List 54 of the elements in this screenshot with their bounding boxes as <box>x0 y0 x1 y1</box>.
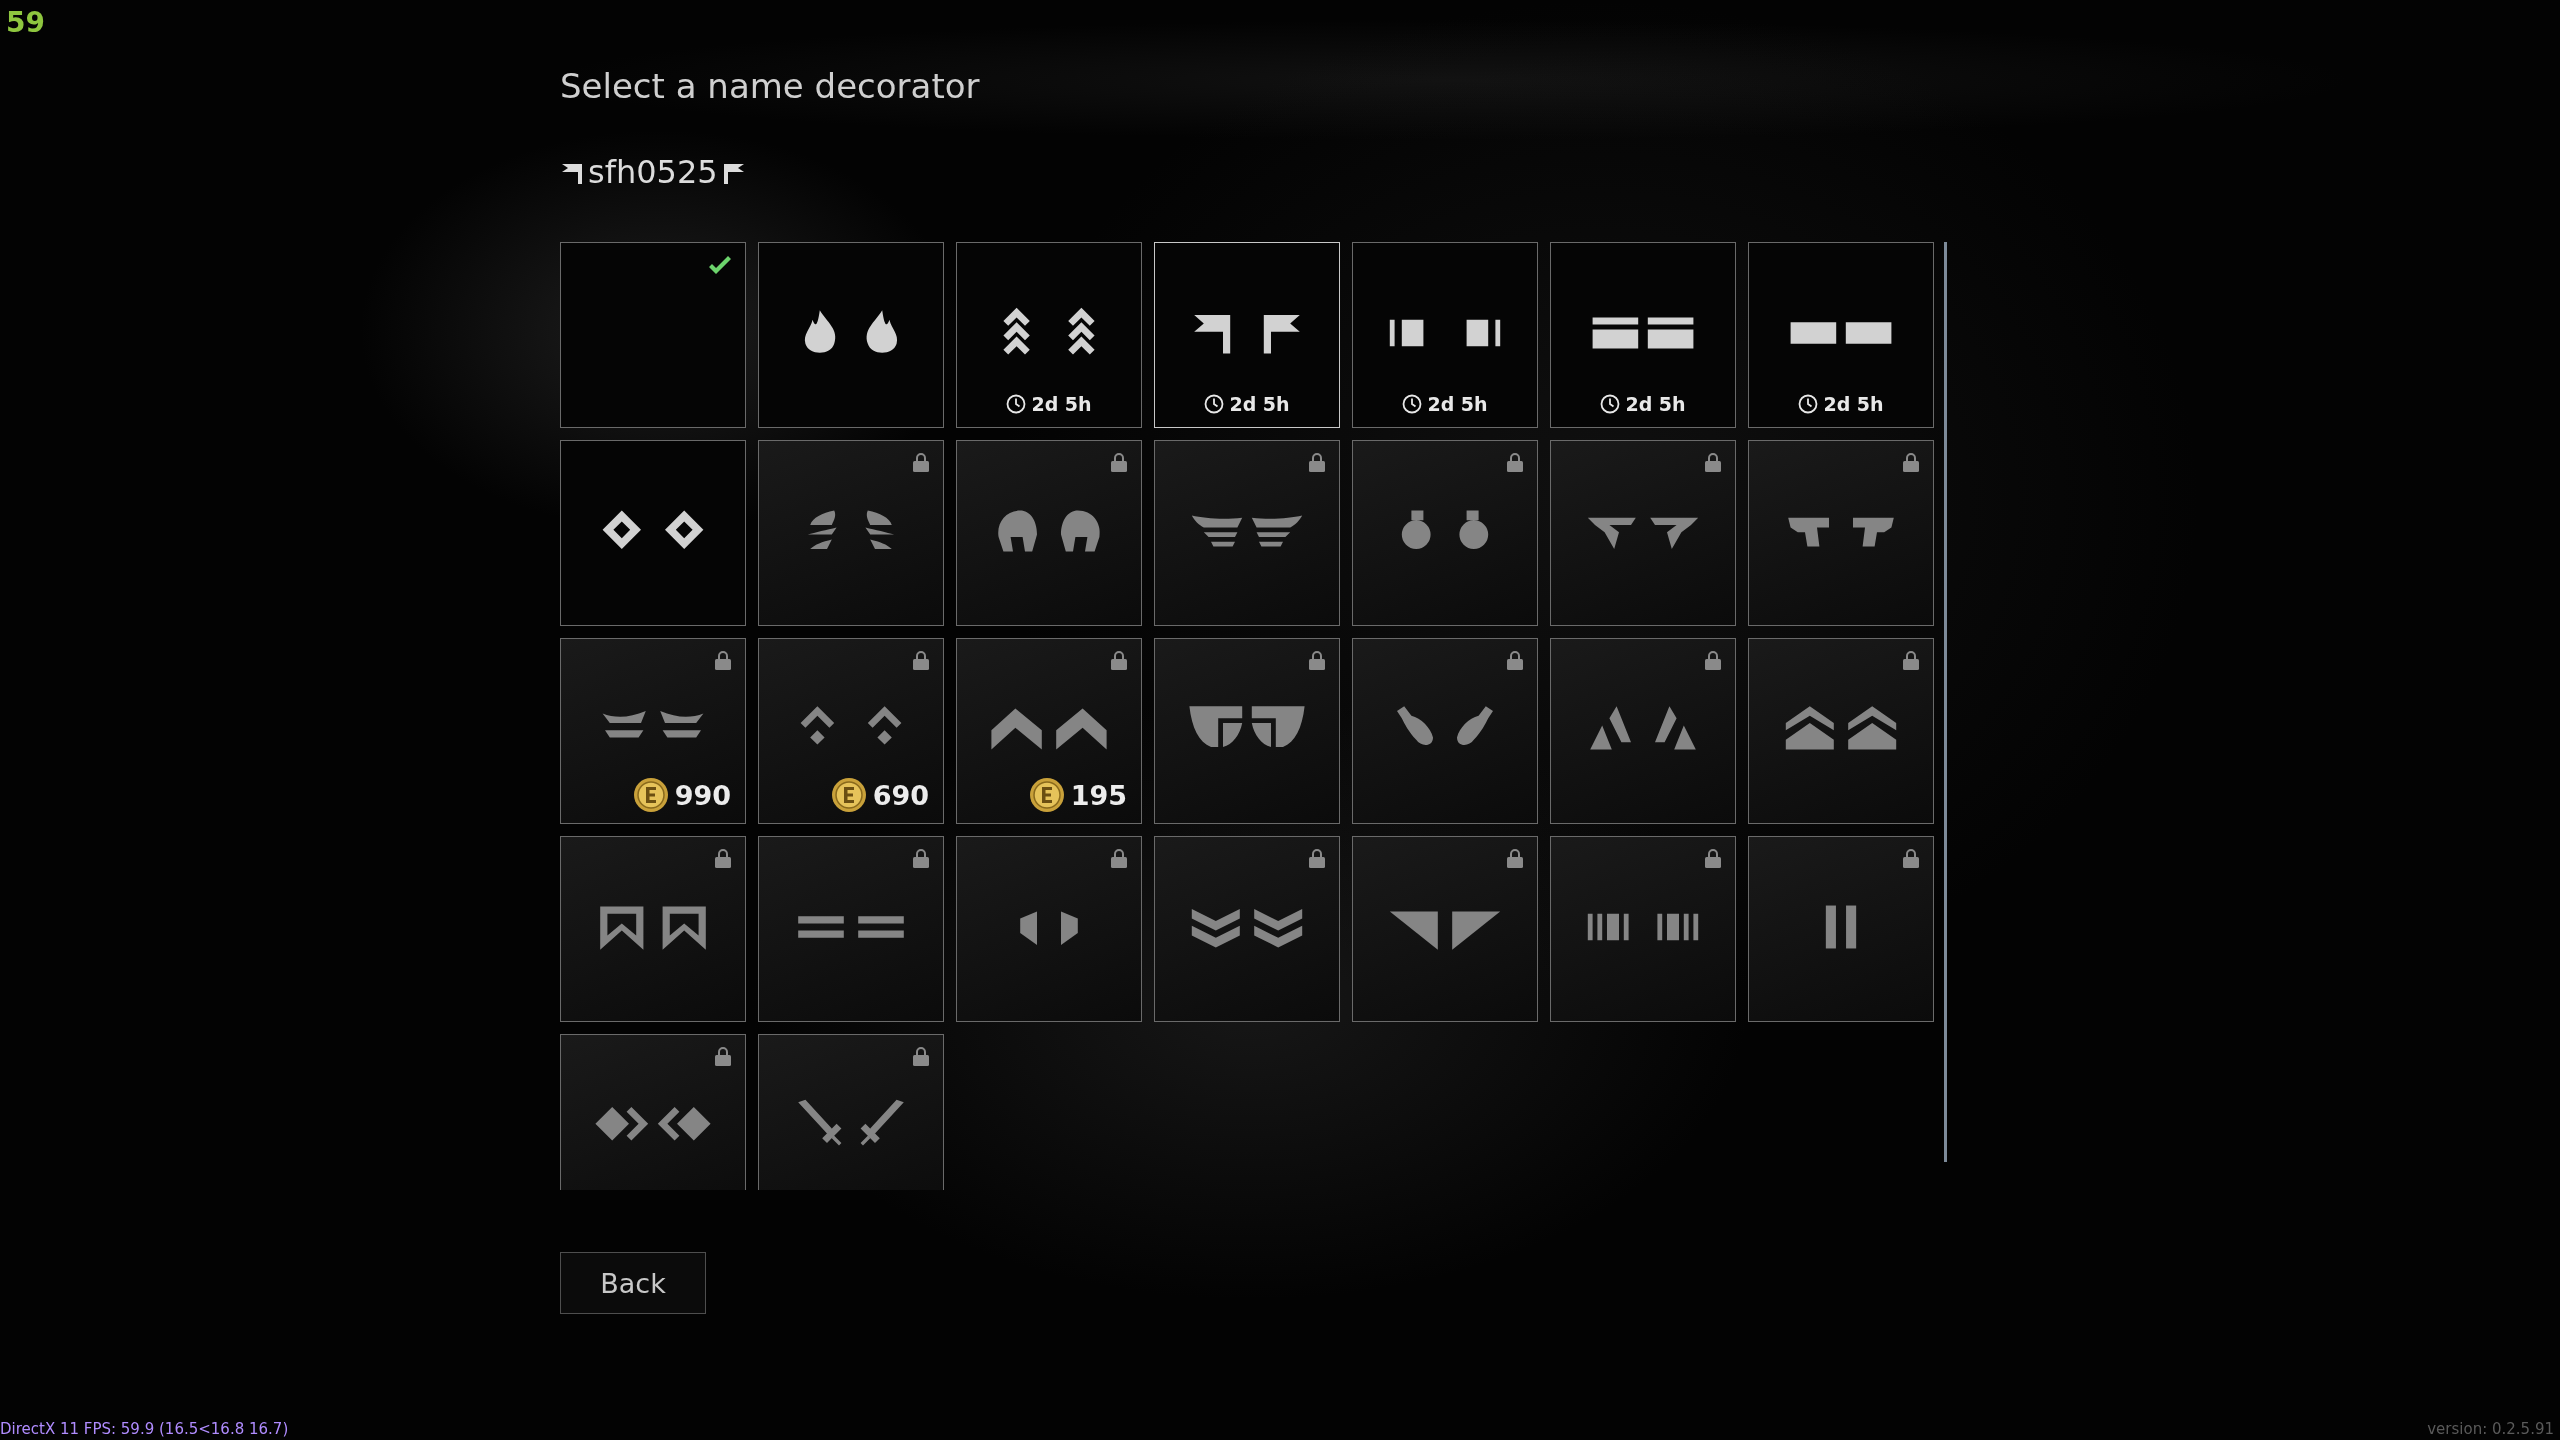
decorator-tile[interactable] <box>1550 638 1736 824</box>
time-remaining: 2d 5h <box>1625 393 1686 415</box>
decorator-tile[interactable] <box>1352 836 1538 1022</box>
decorator-tile[interactable] <box>1154 638 1340 824</box>
decorator-tile[interactable] <box>758 440 944 626</box>
decorator-tile[interactable] <box>1748 836 1934 1022</box>
decorator-tile[interactable] <box>956 440 1142 626</box>
bars-icon <box>1823 903 1859 951</box>
time-remaining: 2d 5h <box>1031 393 1092 415</box>
decorator-tile[interactable] <box>560 242 746 428</box>
fps-counter: 59 <box>5 5 45 41</box>
version-label: version: 0.2.5.91 <box>2427 1420 2554 1438</box>
decorator-tile[interactable] <box>1352 440 1538 626</box>
clock-icon <box>1204 394 1225 414</box>
back-button[interactable]: Back <box>560 1252 706 1314</box>
decorator-tile[interactable] <box>1154 440 1340 626</box>
scrollbar[interactable] <box>1944 242 1947 1162</box>
coin-icon <box>1028 777 1065 813</box>
clock-icon <box>1798 394 1819 414</box>
clock-icon <box>1600 394 1621 414</box>
debug-info: DirectX 11 FPS: 59.9 (16.5<16.8 16.7) <box>0 1420 289 1438</box>
coin-icon <box>632 777 669 813</box>
decorator-tile[interactable]: 2d 5h <box>1352 242 1538 428</box>
decorator-tile[interactable]: 2d 5h <box>956 242 1142 428</box>
price: 990 <box>674 779 731 811</box>
decorator-tile[interactable] <box>1154 836 1340 1022</box>
decorator-tile[interactable] <box>1550 440 1736 626</box>
page-title: Select a name decorator <box>560 66 980 106</box>
decorator-tile[interactable]: 2d 5h <box>1154 242 1340 428</box>
decorator-tile[interactable]: 2d 5h <box>1748 242 1934 428</box>
decorator-tile[interactable] <box>758 1034 944 1190</box>
price: 690 <box>872 779 929 811</box>
coin-icon <box>830 777 867 813</box>
decorator-tile[interactable] <box>956 836 1142 1022</box>
decorator-tile[interactable] <box>1352 638 1538 824</box>
decorator-tile[interactable] <box>1748 638 1934 824</box>
decorator-tile[interactable]: 2d 5h <box>1550 242 1736 428</box>
decorator-tile[interactable]: 990 <box>560 638 746 824</box>
player-name: sfh0525 <box>588 153 718 191</box>
decorator-tile[interactable] <box>758 242 944 428</box>
decorator-tile[interactable] <box>758 836 944 1022</box>
decorator-tile[interactable]: 690 <box>758 638 944 824</box>
clock-icon <box>1402 394 1423 414</box>
decorator-tile[interactable]: 195 <box>956 638 1142 824</box>
time-remaining: 2d 5h <box>1823 393 1884 415</box>
decorator-tile[interactable] <box>560 1034 746 1190</box>
clock-icon <box>1006 394 1027 414</box>
decorator-tile[interactable] <box>1550 836 1736 1022</box>
price: 195 <box>1070 779 1127 811</box>
decorator-tile[interactable] <box>1748 440 1934 626</box>
decorator-tile[interactable] <box>560 836 746 1022</box>
time-remaining: 2d 5h <box>1229 393 1290 415</box>
decorator-tile[interactable] <box>560 440 746 626</box>
time-remaining: 2d 5h <box>1427 393 1488 415</box>
